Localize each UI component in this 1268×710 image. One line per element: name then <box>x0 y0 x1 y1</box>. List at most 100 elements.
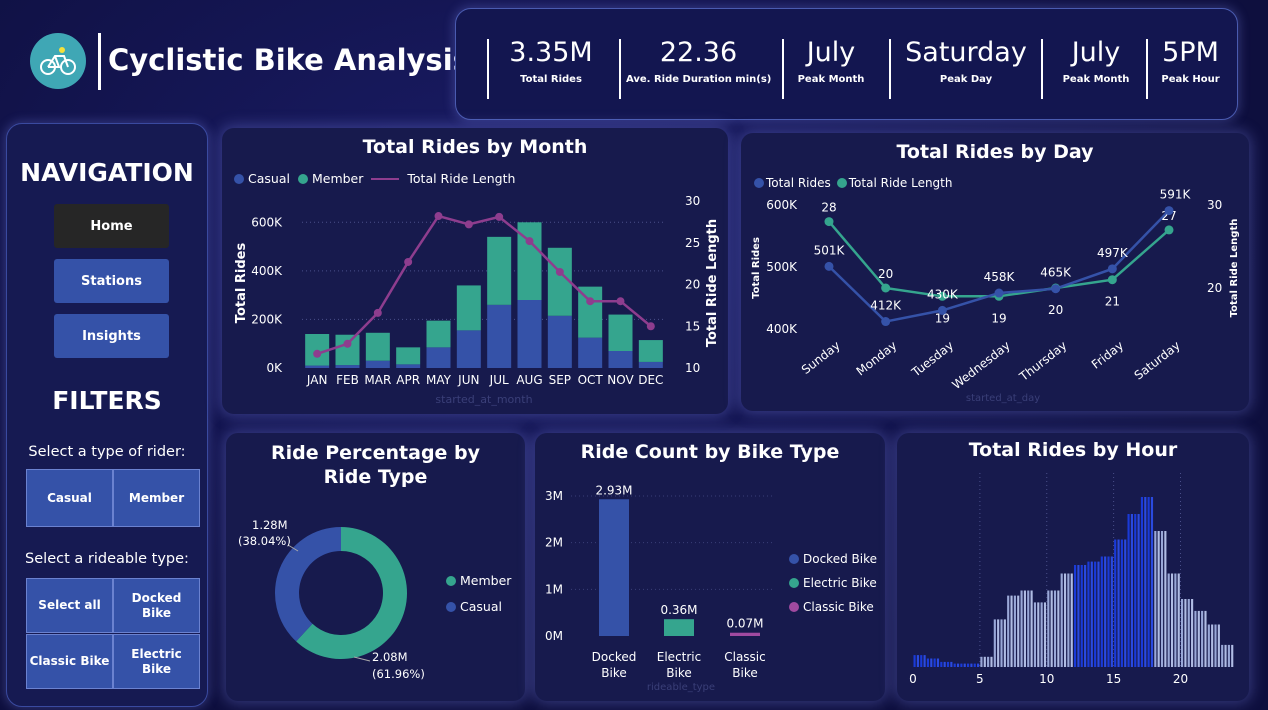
kpi-separator <box>619 39 621 99</box>
x-tick-label: Bike <box>601 666 626 680</box>
bar-casual <box>517 300 542 368</box>
kpi-peak-month-2: July Peak Month <box>1051 37 1141 85</box>
x-tick-label: 0 <box>909 672 917 686</box>
nav-stations-button[interactable]: Stations <box>54 259 169 303</box>
y2-tick-label: 15 <box>685 319 700 333</box>
rides-by-day-card: Total Rides by Day Total Rides Total Rid… <box>741 133 1249 411</box>
kpi-separator <box>889 39 891 99</box>
legend-label: Classic Bike <box>803 600 874 614</box>
leader-line <box>353 656 371 662</box>
filter-electric-bike-button[interactable]: Electric Bike <box>113 634 200 689</box>
hour-bar <box>1010 595 1013 667</box>
point-ride-length <box>1107 275 1117 285</box>
legend-member: Member <box>446 573 511 588</box>
x-tick-label: Thursday <box>1016 338 1069 384</box>
data-label-total-rides: 458K <box>984 270 1016 284</box>
hour-bar <box>1231 644 1234 667</box>
y2-tick-label: 25 <box>685 236 700 250</box>
bar-casual <box>487 304 512 368</box>
hour-bar <box>963 663 966 667</box>
hour-bar <box>1157 531 1160 667</box>
hour-bar <box>1160 531 1164 667</box>
data-label-casual-pct: (38.04%) <box>238 534 291 548</box>
x-axis-label: started_at_month <box>435 393 532 406</box>
bike-type-chart: 0M 1M 2M 3M 2.93M Docked Bike 0.36M Electric Bike… <box>545 483 775 693</box>
x-tick-label: JUN <box>457 373 479 387</box>
hour-bar <box>1181 599 1184 667</box>
nav-insights-button[interactable]: Insights <box>54 314 169 358</box>
nav-home-button[interactable]: Home <box>54 204 169 248</box>
filter-casual-button[interactable]: Casual <box>26 469 113 527</box>
y2-axis-label: Total Ride Length <box>705 219 720 347</box>
rides-by-month-chart: 0K 200K 400K 600K 10 15 20 25 30 Total Rides Total… <box>234 194 720 406</box>
x-tick-label: Docked <box>592 650 637 664</box>
filter-classic-bike-button[interactable]: Classic Bike <box>26 634 113 689</box>
data-label-ride-length: 20 <box>1048 303 1063 317</box>
legend-label: Electric Bike <box>803 576 877 590</box>
hour-bar <box>1094 561 1097 667</box>
y-tick-label: 600K <box>251 215 283 229</box>
filter-member-button[interactable]: Member <box>113 469 200 527</box>
hour-bar <box>1097 561 1100 667</box>
point-ride-length <box>434 212 443 221</box>
navigation-heading: NAVIGATION <box>20 158 194 187</box>
data-label-casual-value: 1.28M <box>252 518 288 532</box>
hour-bar <box>973 663 976 667</box>
kpi-label: Peak Hour <box>1161 74 1220 85</box>
filter-docked-bike-button[interactable]: Docked Bike <box>113 578 200 633</box>
y-tick-label: 3M <box>545 489 563 503</box>
x-tick-label: MAY <box>426 373 452 387</box>
data-label-total-rides: 430K <box>927 287 959 301</box>
cyclistic-logo <box>30 33 86 89</box>
data-label-member-value: 2.08M <box>372 650 408 664</box>
bar-casual <box>335 365 360 368</box>
data-label-total-rides: 497K <box>1097 246 1129 260</box>
bicycle-logo-icon <box>40 47 76 75</box>
hour-bar <box>1033 602 1037 667</box>
data-label: 2.93M <box>595 483 632 497</box>
x-tick-label: JUL <box>489 373 509 387</box>
hour-bar <box>940 661 943 667</box>
x-tick-label: Friday <box>1089 338 1126 371</box>
bar-member <box>487 236 512 305</box>
point-total-rides <box>824 261 834 271</box>
hour-bar <box>1074 565 1077 667</box>
hour-bar <box>1047 590 1050 667</box>
hour-bar <box>960 663 963 667</box>
hour-bar <box>913 655 916 667</box>
hour-bar <box>1013 595 1016 667</box>
hour-bar <box>990 656 993 667</box>
kpi-label: Peak Day <box>939 74 993 85</box>
filter-select-all-button[interactable]: Select all <box>26 578 113 633</box>
hour-bar <box>953 663 956 667</box>
data-label: 0.07M <box>726 617 763 631</box>
filters-heading: FILTERS <box>52 386 162 415</box>
ride-percentage-card: Ride Percentage by Ride Type 1.28M (38.04… <box>226 433 525 701</box>
kpi-avg-duration: 22.36 Ave. Ride Duration min(s) <box>626 37 771 85</box>
point-ride-length <box>881 283 891 293</box>
x-tick-label: APR <box>396 373 420 387</box>
hour-bar <box>1067 573 1070 667</box>
legend-docked: Docked Bike <box>789 552 877 566</box>
kpi-label: Total Rides <box>520 74 582 85</box>
kpi-peak-day: Saturday Peak Day <box>896 37 1036 85</box>
hour-bar <box>1187 599 1190 667</box>
x-tick-label: JAN <box>306 373 328 387</box>
hour-bar <box>970 663 973 667</box>
hour-bar <box>1104 556 1107 667</box>
y2-tick-label: 20 <box>685 278 700 292</box>
kpi-label: Ave. Ride Duration min(s) <box>626 74 772 85</box>
hour-bar <box>1020 590 1023 667</box>
point-ride-length <box>525 237 534 246</box>
y2-tick-label: 30 <box>685 194 700 208</box>
x-tick-label: Saturday <box>1132 338 1183 382</box>
hour-bar <box>1124 539 1127 667</box>
bar-member <box>426 320 451 348</box>
app-title: Cyclistic Bike Analysis <box>108 43 470 77</box>
rides-by-hour-card: Total Rides by Hour 0 5 10 15 20 <box>897 433 1249 701</box>
hour-bar <box>1147 497 1150 667</box>
bar-member <box>638 340 663 362</box>
point-ride-length <box>373 308 382 317</box>
data-label-total-rides: 412K <box>870 299 902 313</box>
hour-bar <box>1144 497 1147 667</box>
